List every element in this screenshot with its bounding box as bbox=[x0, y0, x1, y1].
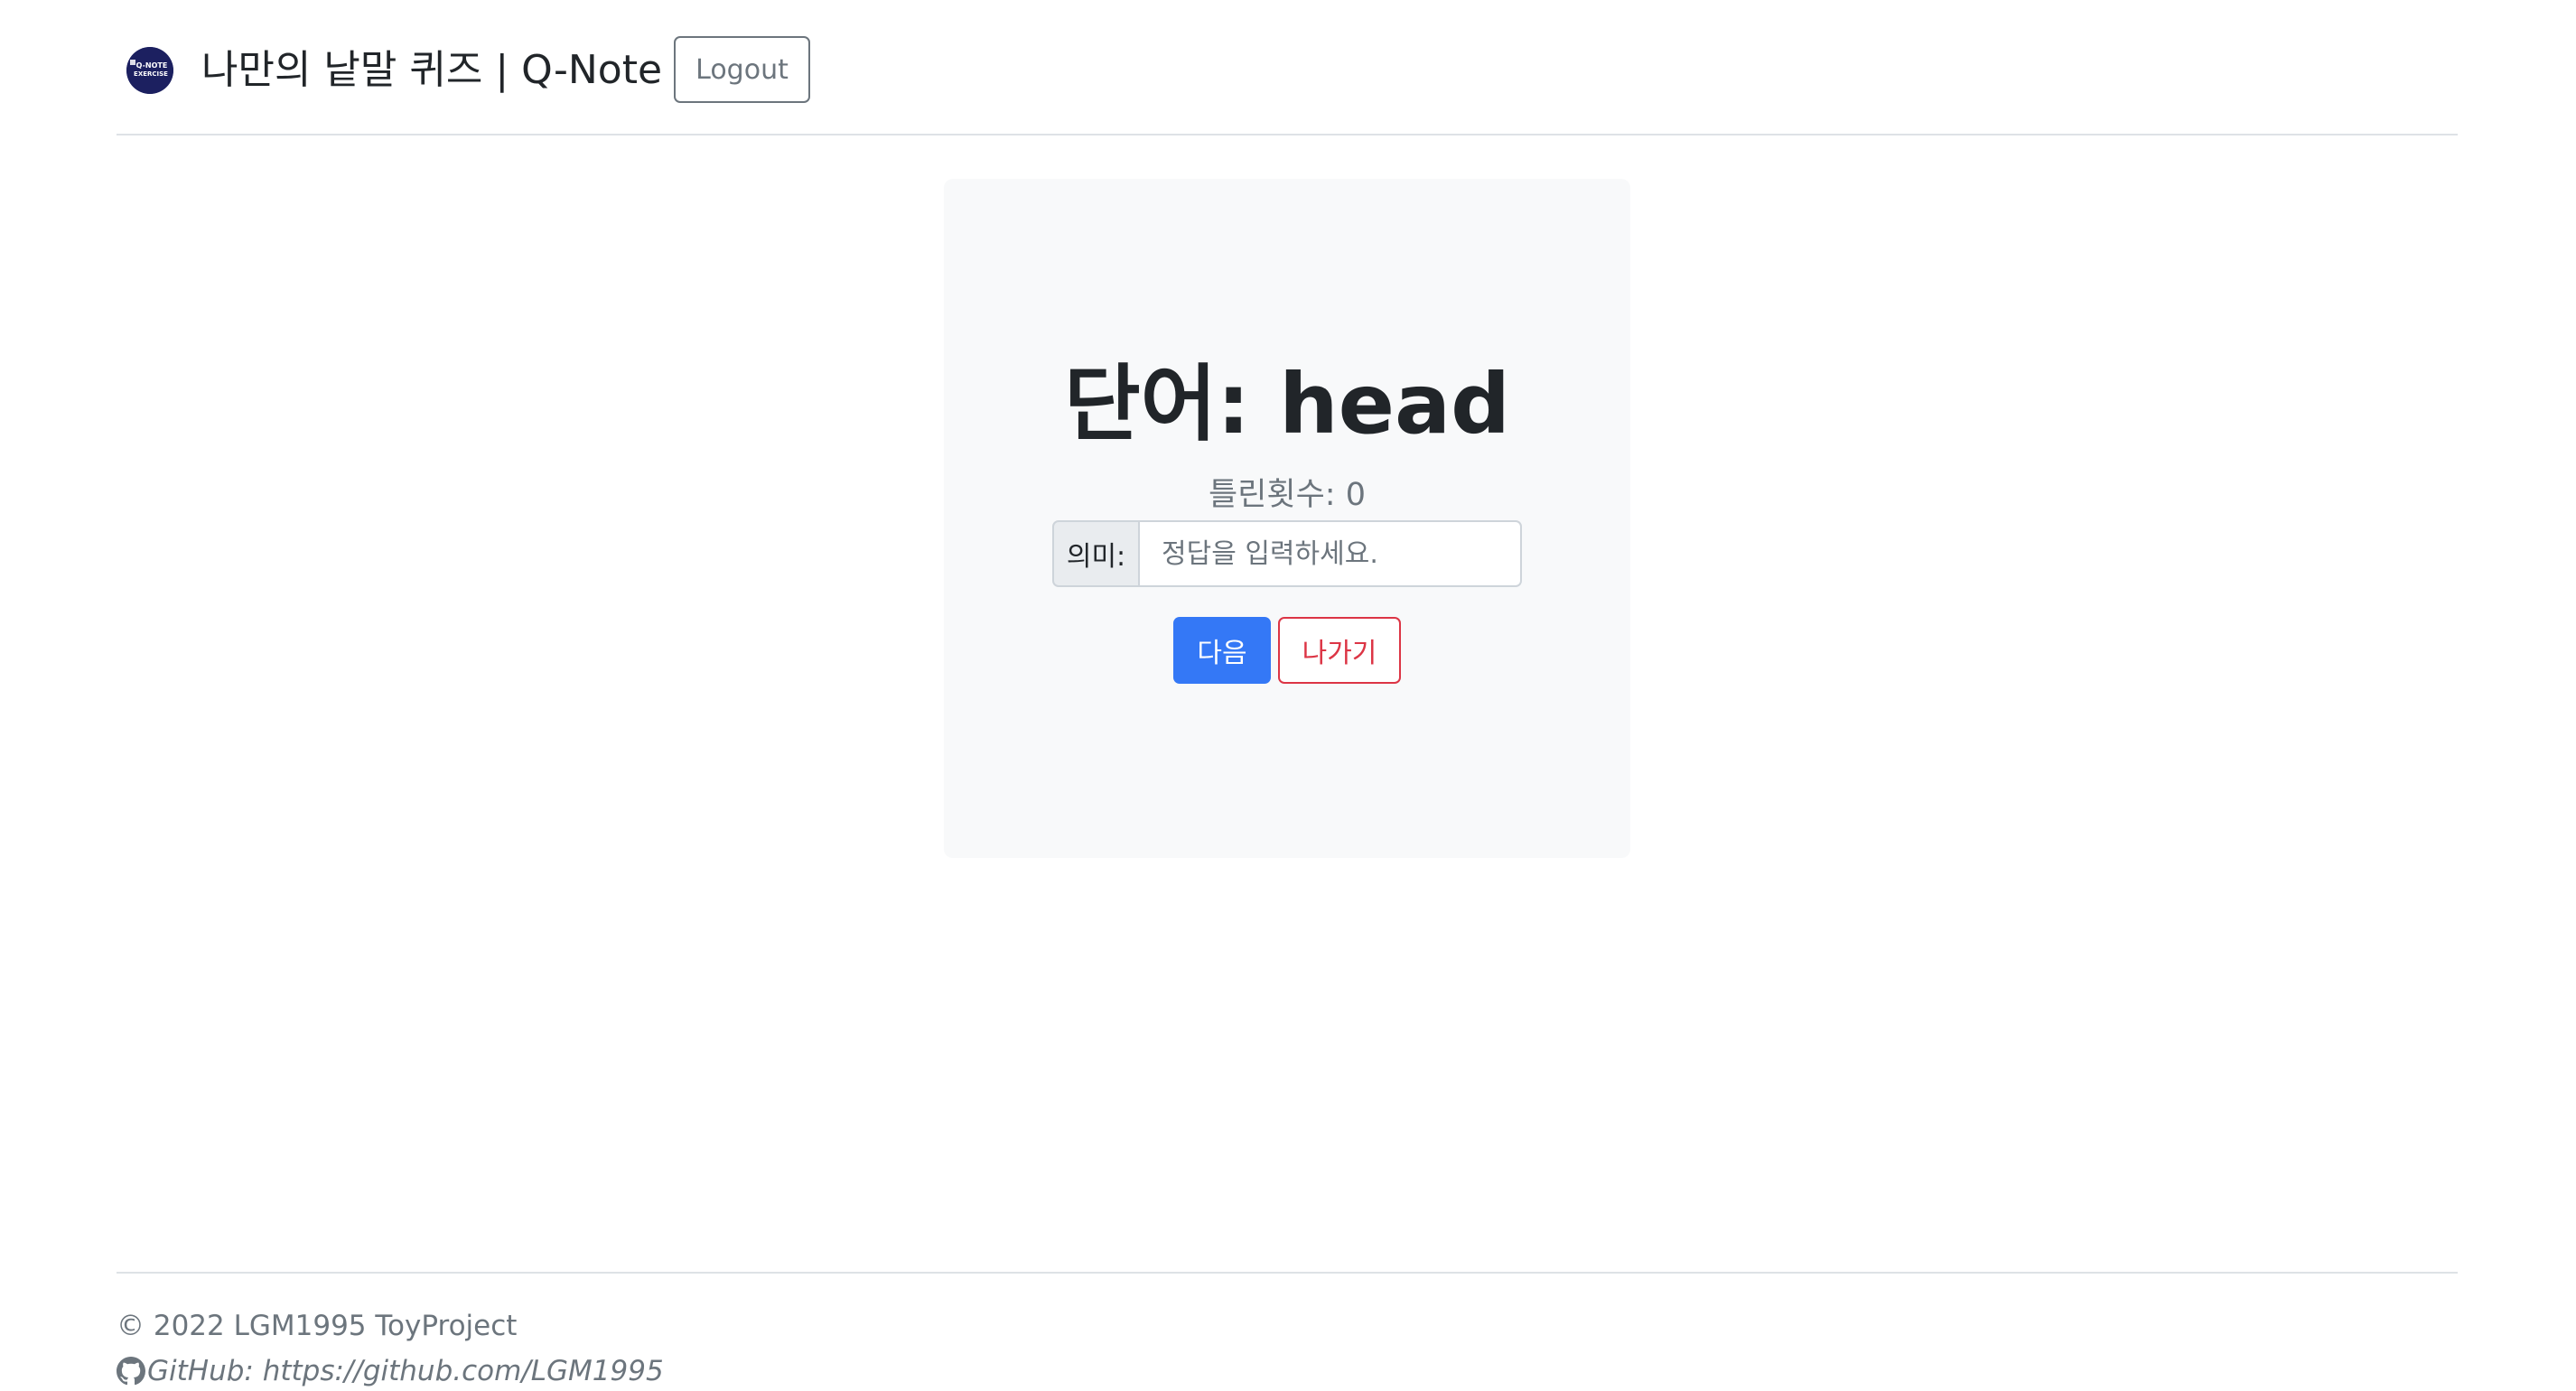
github-link[interactable]: GitHub: https://github.com/LGM1995 bbox=[117, 1351, 664, 1391]
site-header: Q-NOTE EXERCISE 나만의 낱말 퀴즈 | Q-Note Logou… bbox=[117, 0, 2458, 135]
answer-input[interactable] bbox=[1140, 520, 1522, 587]
exit-button[interactable]: 나가기 bbox=[1278, 617, 1401, 684]
copyright-text: © 2022 LGM1995 ToyProject bbox=[117, 1310, 518, 1342]
meaning-input-group: 의미: bbox=[1052, 520, 1522, 587]
next-button[interactable]: 다음 bbox=[1173, 617, 1271, 684]
logout-button[interactable]: Logout bbox=[674, 36, 810, 103]
logo-text-top: Q-NOTE bbox=[136, 61, 168, 70]
site-footer: © 2022 LGM1995 ToyProject GitHub: https:… bbox=[117, 1272, 2458, 1387]
logo-graphic: Q-NOTE EXERCISE bbox=[126, 47, 173, 94]
github-link-text[interactable]: GitHub: https://github.com/LGM1995 bbox=[147, 1351, 664, 1391]
logo-text-bottom: EXERCISE bbox=[134, 70, 168, 78]
quiz-word-heading: 단어: head bbox=[1064, 356, 1510, 453]
quiz-card: 단어: head 틀린횟수: 0 의미: 다음 나가기 bbox=[944, 179, 1630, 858]
qnote-logo-icon[interactable]: Q-NOTE EXERCISE bbox=[126, 47, 173, 94]
wrong-count-text: 틀린횟수: 0 bbox=[1209, 477, 1366, 513]
github-icon bbox=[117, 1357, 145, 1386]
site-title[interactable]: 나만의 낱말 퀴즈 | Q-Note bbox=[201, 40, 662, 101]
meaning-label: 의미: bbox=[1052, 520, 1140, 587]
